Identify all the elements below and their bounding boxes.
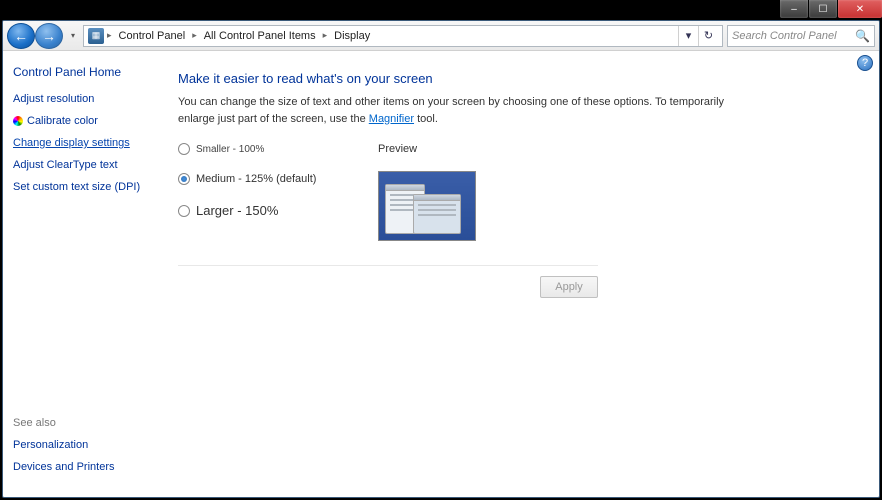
preview-image xyxy=(378,171,476,241)
search-placeholder: Search Control Panel xyxy=(732,30,855,42)
address-wrap: ▦ ▸ Control Panel ▸ All Control Panel It… xyxy=(83,25,875,47)
size-options: Smaller - 100% Medium - 125% (default) L… xyxy=(178,143,378,241)
nav-buttons: ← → xyxy=(7,23,63,49)
maximize-button[interactable]: ☐ xyxy=(809,0,837,18)
sidebar-item-label: Adjust ClearType text xyxy=(13,159,118,171)
sidebar-link-calibrate-color[interactable]: Calibrate color xyxy=(13,115,158,127)
radio-icon xyxy=(178,143,190,155)
breadcrumb[interactable]: Display xyxy=(330,28,374,44)
location-icon: ▦ xyxy=(88,28,104,44)
sidebar-link-adjust-resolution[interactable]: Adjust resolution xyxy=(13,93,158,105)
sidebar-item-label: Set custom text size (DPI) xyxy=(13,181,140,193)
address-bar-end: ▾ ↻ xyxy=(678,26,718,46)
desc-text: You can change the size of text and othe… xyxy=(178,96,724,125)
sidebar-link-adjust-cleartype[interactable]: Adjust ClearType text xyxy=(13,159,158,171)
preview-window-icon xyxy=(413,194,461,234)
sidebar-link-set-custom-dpi[interactable]: Set custom text size (DPI) xyxy=(13,181,158,193)
breadcrumb[interactable]: All Control Panel Items xyxy=(200,28,320,44)
option-larger[interactable]: Larger - 150% xyxy=(178,203,378,218)
control-panel-home-link[interactable]: Control Panel Home xyxy=(13,65,158,79)
crumb-separator-icon: ▸ xyxy=(191,30,198,41)
option-smaller[interactable]: Smaller - 100% xyxy=(178,143,378,155)
close-button[interactable]: ✕ xyxy=(838,0,882,18)
color-wheel-icon xyxy=(13,116,23,126)
sidebar-item-label: Calibrate color xyxy=(27,115,98,127)
sidebar: Control Panel Home Adjust resolution Cal… xyxy=(3,51,168,497)
options-row: Smaller - 100% Medium - 125% (default) L… xyxy=(178,143,849,241)
crumb-separator-icon: ▸ xyxy=(322,30,329,41)
option-label: Medium - 125% (default) xyxy=(196,173,316,185)
forward-arrow-icon: → xyxy=(42,28,56,44)
preview-label: Preview xyxy=(378,143,476,155)
preview-column: Preview xyxy=(378,143,476,241)
window-body: ? Control Panel Home Adjust resolution C… xyxy=(3,51,879,497)
address-bar[interactable]: ▦ ▸ Control Panel ▸ All Control Panel It… xyxy=(83,25,723,47)
magnifier-link[interactable]: Magnifier xyxy=(369,113,414,125)
crumb-separator-icon: ▸ xyxy=(106,30,113,41)
see-also-devices-printers[interactable]: Devices and Printers xyxy=(13,461,158,473)
back-arrow-icon: ← xyxy=(14,28,28,44)
window-titlebar-controls: – ☐ ✕ xyxy=(779,0,882,20)
back-button[interactable]: ← xyxy=(7,23,35,49)
radio-icon xyxy=(178,205,190,217)
option-medium[interactable]: Medium - 125% (default) xyxy=(178,173,378,185)
see-also-heading: See also xyxy=(13,417,158,429)
page-description: You can change the size of text and othe… xyxy=(178,94,738,127)
sidebar-item-label: Devices and Printers xyxy=(13,461,115,473)
breadcrumb[interactable]: Control Panel xyxy=(115,28,190,44)
search-icon: 🔍 xyxy=(855,29,870,43)
address-dropdown-button[interactable]: ▾ xyxy=(678,26,698,46)
page-title: Make it easier to read what's on your sc… xyxy=(178,71,849,86)
sidebar-item-label: Personalization xyxy=(13,439,88,451)
sidebar-item-label: Change display settings xyxy=(13,137,130,149)
minimize-button[interactable]: – xyxy=(780,0,808,18)
sidebar-item-label: Adjust resolution xyxy=(13,93,94,105)
see-also-personalization[interactable]: Personalization xyxy=(13,439,158,451)
option-label: Smaller - 100% xyxy=(196,144,264,155)
option-label: Larger - 150% xyxy=(196,203,278,218)
nav-history-dropdown[interactable]: ▾ xyxy=(67,23,79,49)
desc-text: tool. xyxy=(414,113,438,125)
apply-row: Apply xyxy=(178,265,598,298)
navigation-bar: ← → ▾ ▦ ▸ Control Panel ▸ All Control Pa… xyxy=(3,21,879,51)
sidebar-link-change-display-settings[interactable]: Change display settings xyxy=(13,137,158,149)
forward-button[interactable]: → xyxy=(35,23,63,49)
radio-icon xyxy=(178,173,190,185)
control-panel-window: ← → ▾ ▦ ▸ Control Panel ▸ All Control Pa… xyxy=(2,20,880,498)
main-content: Make it easier to read what's on your sc… xyxy=(168,51,879,497)
search-input[interactable]: Search Control Panel 🔍 xyxy=(727,25,875,47)
apply-button[interactable]: Apply xyxy=(540,276,598,298)
refresh-button[interactable]: ↻ xyxy=(698,26,718,46)
